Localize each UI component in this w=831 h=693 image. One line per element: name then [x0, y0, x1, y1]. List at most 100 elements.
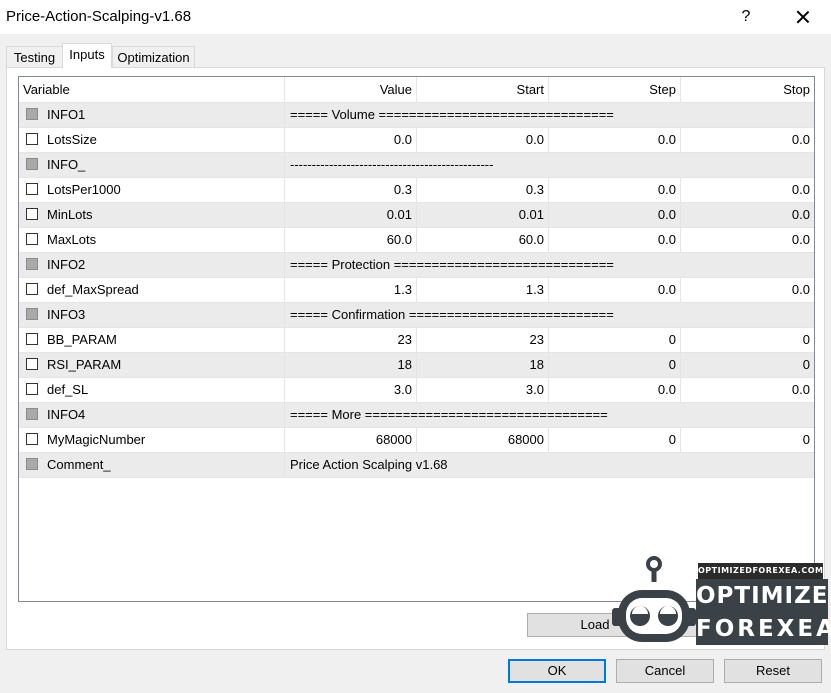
value-cell[interactable]: 3.0 — [285, 378, 417, 402]
optimize-checkbox[interactable] — [26, 358, 38, 370]
table-row[interactable]: def_MaxSpread 1.3 1.3 0.0 0.0 — [19, 278, 814, 303]
value-cell[interactable]: ===== Protection =======================… — [284, 253, 620, 277]
step-cell[interactable]: 0.0 — [549, 128, 681, 152]
stop-cell[interactable]: 0.0 — [681, 378, 814, 402]
variable-name: MyMagicNumber — [47, 432, 146, 447]
start-cell[interactable]: 23 — [417, 328, 549, 352]
value-cell[interactable]: 0.0 — [285, 128, 417, 152]
optimize-checkbox — [26, 408, 38, 420]
close-icon[interactable] — [788, 4, 818, 30]
step-cell[interactable]: 0 — [549, 353, 681, 377]
value-cell[interactable]: 0.01 — [285, 203, 417, 227]
start-cell[interactable]: 0.0 — [417, 128, 549, 152]
start-cell[interactable]: 0.01 — [417, 203, 549, 227]
stop-cell[interactable]: 0.0 — [681, 278, 814, 302]
tab-inputs[interactable]: Inputs — [62, 43, 112, 68]
table-row[interactable]: INFO2 ===== Protection ==================… — [19, 253, 814, 278]
stop-cell[interactable]: 0.0 — [681, 178, 814, 202]
tab-testing[interactable]: Testing — [6, 46, 63, 67]
column-header-start[interactable]: Start — [417, 77, 549, 102]
table-row[interactable]: INFO3 ===== Confirmation ================… — [19, 303, 814, 328]
step-cell[interactable]: 0 — [549, 428, 681, 452]
column-header-stop[interactable]: Stop — [681, 77, 814, 102]
variable-cell: BB_PARAM — [19, 328, 285, 352]
optimize-checkbox[interactable] — [26, 283, 38, 295]
optimize-checkbox[interactable] — [26, 233, 38, 245]
table-row[interactable]: INFO_ -----------------------------------… — [19, 153, 814, 178]
table-row[interactable]: MaxLots 60.0 60.0 0.0 0.0 — [19, 228, 814, 253]
table-row[interactable]: MyMagicNumber 68000 68000 0 0 — [19, 428, 814, 453]
title-bar: Price-Action-Scalping-v1.68 ? — [0, 0, 831, 34]
table-row[interactable]: BB_PARAM 23 23 0 0 — [19, 328, 814, 353]
start-cell[interactable]: 18 — [417, 353, 549, 377]
variable-name: MaxLots — [47, 232, 97, 247]
table-row[interactable]: INFO4 ===== More ========================… — [19, 403, 814, 428]
variable-name: RSI_PARAM — [47, 357, 122, 372]
table-row[interactable]: LotsPer1000 0.3 0.3 0.0 0.0 — [19, 178, 814, 203]
grid-header: Variable Value Start Step Stop — [19, 77, 814, 103]
value-cell[interactable]: 23 — [285, 328, 417, 352]
optimize-checkbox[interactable] — [26, 208, 38, 220]
start-cell[interactable]: 60.0 — [417, 228, 549, 252]
table-row[interactable]: LotsSize 0.0 0.0 0.0 0.0 — [19, 128, 814, 153]
value-cell[interactable]: 0.3 — [285, 178, 417, 202]
help-button[interactable]: ? — [733, 4, 759, 30]
watermark-logo: OPTIMIZEDFOREXEA.COM OPTIMIZED FOREXEA — [612, 556, 831, 656]
variable-name: def_MaxSpread — [47, 282, 139, 297]
step-cell[interactable]: 0 — [549, 328, 681, 352]
optimize-checkbox[interactable] — [26, 333, 38, 345]
value-cell[interactable]: ----------------------------------------… — [284, 153, 499, 177]
step-cell[interactable]: 0.0 — [549, 228, 681, 252]
optimize-checkbox — [26, 458, 38, 470]
variable-name: LotsPer1000 — [47, 182, 121, 197]
start-cell[interactable]: 0.3 — [417, 178, 549, 202]
optimize-checkbox — [26, 258, 38, 270]
stop-cell[interactable]: 0.0 — [681, 228, 814, 252]
ok-button[interactable]: OK — [508, 659, 606, 683]
value-cell[interactable]: ===== Confirmation =====================… — [284, 303, 620, 327]
start-cell[interactable]: 68000 — [417, 428, 549, 452]
step-cell[interactable]: 0.0 — [549, 203, 681, 227]
value-cell[interactable]: Price Action Scalping v1.68 — [284, 453, 454, 477]
stop-cell[interactable]: 0 — [681, 428, 814, 452]
optimize-checkbox[interactable] — [26, 383, 38, 395]
step-cell[interactable]: 0.0 — [549, 278, 681, 302]
table-row[interactable]: RSI_PARAM 18 18 0 0 — [19, 353, 814, 378]
step-cell[interactable]: 0.0 — [549, 178, 681, 202]
table-row[interactable]: MinLots 0.01 0.01 0.0 0.0 — [19, 203, 814, 228]
variable-cell: INFO_ — [19, 153, 285, 177]
reset-button[interactable]: Reset — [724, 659, 822, 683]
table-row[interactable]: Comment_ Price Action Scalping v1.68 — [19, 453, 814, 478]
table-row[interactable]: INFO1 ===== Volume ======================… — [19, 103, 814, 128]
column-header-value[interactable]: Value — [285, 77, 417, 102]
stop-cell[interactable]: 0 — [681, 353, 814, 377]
variable-cell: Comment_ — [19, 453, 285, 477]
variable-cell: LotsPer1000 — [19, 178, 285, 202]
robot-icon — [612, 556, 696, 642]
optimize-checkbox[interactable] — [26, 183, 38, 195]
stop-cell[interactable]: 0.0 — [681, 203, 814, 227]
variable-name: INFO2 — [47, 257, 86, 272]
stop-cell[interactable]: 0 — [681, 328, 814, 352]
value-cell[interactable]: 1.3 — [285, 278, 417, 302]
value-cell[interactable]: ===== Volume ===========================… — [284, 103, 620, 127]
step-cell[interactable]: 0.0 — [549, 378, 681, 402]
stop-cell[interactable]: 0.0 — [681, 128, 814, 152]
column-header-variable[interactable]: Variable — [19, 77, 285, 102]
inputs-grid[interactable]: Variable Value Start Step Stop INFO1 ====… — [18, 76, 815, 602]
value-cell[interactable]: 60.0 — [285, 228, 417, 252]
variable-name: INFO4 — [47, 407, 86, 422]
start-cell[interactable]: 3.0 — [417, 378, 549, 402]
optimize-checkbox[interactable] — [26, 133, 38, 145]
tab-optimization[interactable]: Optimization — [112, 46, 195, 67]
value-cell[interactable]: ===== More =============================… — [284, 403, 614, 427]
value-cell[interactable]: 68000 — [285, 428, 417, 452]
start-cell[interactable]: 1.3 — [417, 278, 549, 302]
variable-name: MinLots — [47, 207, 93, 222]
optimize-checkbox[interactable] — [26, 433, 38, 445]
variable-cell: INFO1 — [19, 103, 285, 127]
value-cell[interactable]: 18 — [285, 353, 417, 377]
table-row[interactable]: def_SL 3.0 3.0 0.0 0.0 — [19, 378, 814, 403]
cancel-button[interactable]: Cancel — [616, 659, 714, 683]
column-header-step[interactable]: Step — [549, 77, 681, 102]
